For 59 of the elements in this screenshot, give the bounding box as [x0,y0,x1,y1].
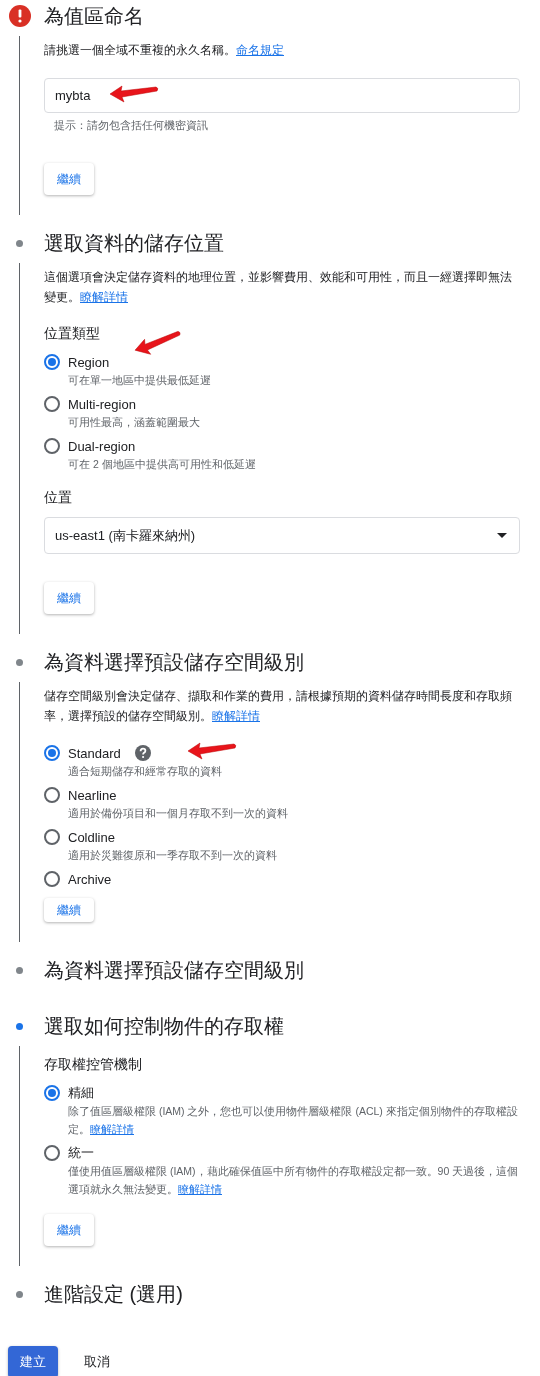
continue-button[interactable]: 繼續 [44,582,94,614]
description-text: 請挑選一個全域不重複的永久名稱。命名規定 [44,43,285,58]
option-label: Archive [68,871,112,887]
step-dot [16,1022,23,1030]
description-text: 這個選項會決定儲存資料的地理位置，並影響費用、效能和可用性，而且一經選擇即無法變更。瞭解詳情 [44,270,513,305]
option-description: 僅使用值區層級權限 (IAM)，藉此確保值區中所有物件的存取權設定都一致。90 天過後，這個選項就永久無法變更。瞭解詳情 [68,1164,520,1197]
step-title: 進階設定 (選用) [44,1281,183,1307]
hint-text: 提示：請勿包含括任何機密資訊 [54,118,209,133]
option-description: 適用於災難復原和一季存取不到一次的資料 [68,848,278,863]
option-label: Dual-region [68,438,136,454]
option-description: 除了值區層級權限 (IAM) 之外，您也可以使用物件層級權限 (ACL) 來指定個別物件的存取權設定。瞭解詳情 [68,1104,519,1137]
radio-button[interactable] [44,1085,60,1101]
radio-button[interactable] [44,396,60,412]
radio-button[interactable] [44,871,60,887]
option-description: 可在 2 個地區中提供高可用性和低延遲 [68,457,257,472]
option-label: Nearline [68,787,117,803]
learn-more-link[interactable]: 瞭解詳情 [80,291,128,303]
step-title: 為資料選擇預設儲存空間級別 [44,957,304,983]
location-dropdown[interactable]: us-east1 (南卡羅來納州) [44,517,520,554]
step-dot [16,658,23,666]
option-description: 適合短期儲存和經常存取的資料 [68,764,223,779]
radio-button[interactable] [44,787,60,803]
learn-more-link[interactable]: 瞭解詳情 [212,710,260,722]
option-label: Region [68,354,110,370]
dropdown-caret-icon [497,533,507,538]
step-title: 選取如何控制物件的存取權 [44,1013,284,1039]
option-label: 精細 [68,1084,94,1102]
option-description: 可在單一地區中提供最低延遲 [68,373,212,388]
step-dot [16,1290,23,1298]
continue-button[interactable]: 繼續 [44,163,94,195]
option-label: Coldline [68,829,115,845]
continue-button[interactable]: 繼續 [44,1214,94,1246]
step-title: 為資料選擇預設儲存空間級別 [44,649,304,675]
step-title: 選取資料的儲存位置 [44,230,224,256]
option-label: 統一 [68,1144,94,1162]
learn-more-link[interactable]: 命名規定 [236,44,284,56]
create-button[interactable]: 建立 [8,1346,58,1376]
group-label: 存取權控管機制 [44,1056,143,1074]
radio-button[interactable] [44,1145,60,1161]
learn-more-link[interactable]: 瞭解詳情 [178,1183,222,1195]
continue-button[interactable]: 繼續 [44,898,94,922]
group-label: 位置類型 [44,325,101,343]
learn-more-link[interactable]: 瞭解詳情 [90,1123,134,1135]
option-label: Standard [68,745,121,761]
error-icon [8,5,31,27]
step-dot [16,239,23,247]
step-dot [16,966,23,974]
group-label: 位置 [44,489,73,507]
option-label: Multi-region [68,396,136,412]
radio-button[interactable] [44,438,60,454]
step-title: 為值區命名 [44,3,144,29]
radio-button[interactable] [44,745,60,761]
description-text: 儲存空間級別會決定儲存、擷取和作業的費用，請根據預期的資料儲存時間長度和存取頻率，選擇預設的儲存空間級別。瞭解詳情 [44,689,513,724]
radio-button[interactable] [44,829,60,845]
option-description: 適用於備份項目和一個月存取不到一次的資料 [68,806,289,821]
name-field[interactable]: mybta [44,78,520,113]
radio-button[interactable] [44,354,60,370]
cancel-button[interactable]: 取消 [72,1346,122,1376]
option-description: 可用性最高，涵蓋範圍最大 [68,415,201,430]
